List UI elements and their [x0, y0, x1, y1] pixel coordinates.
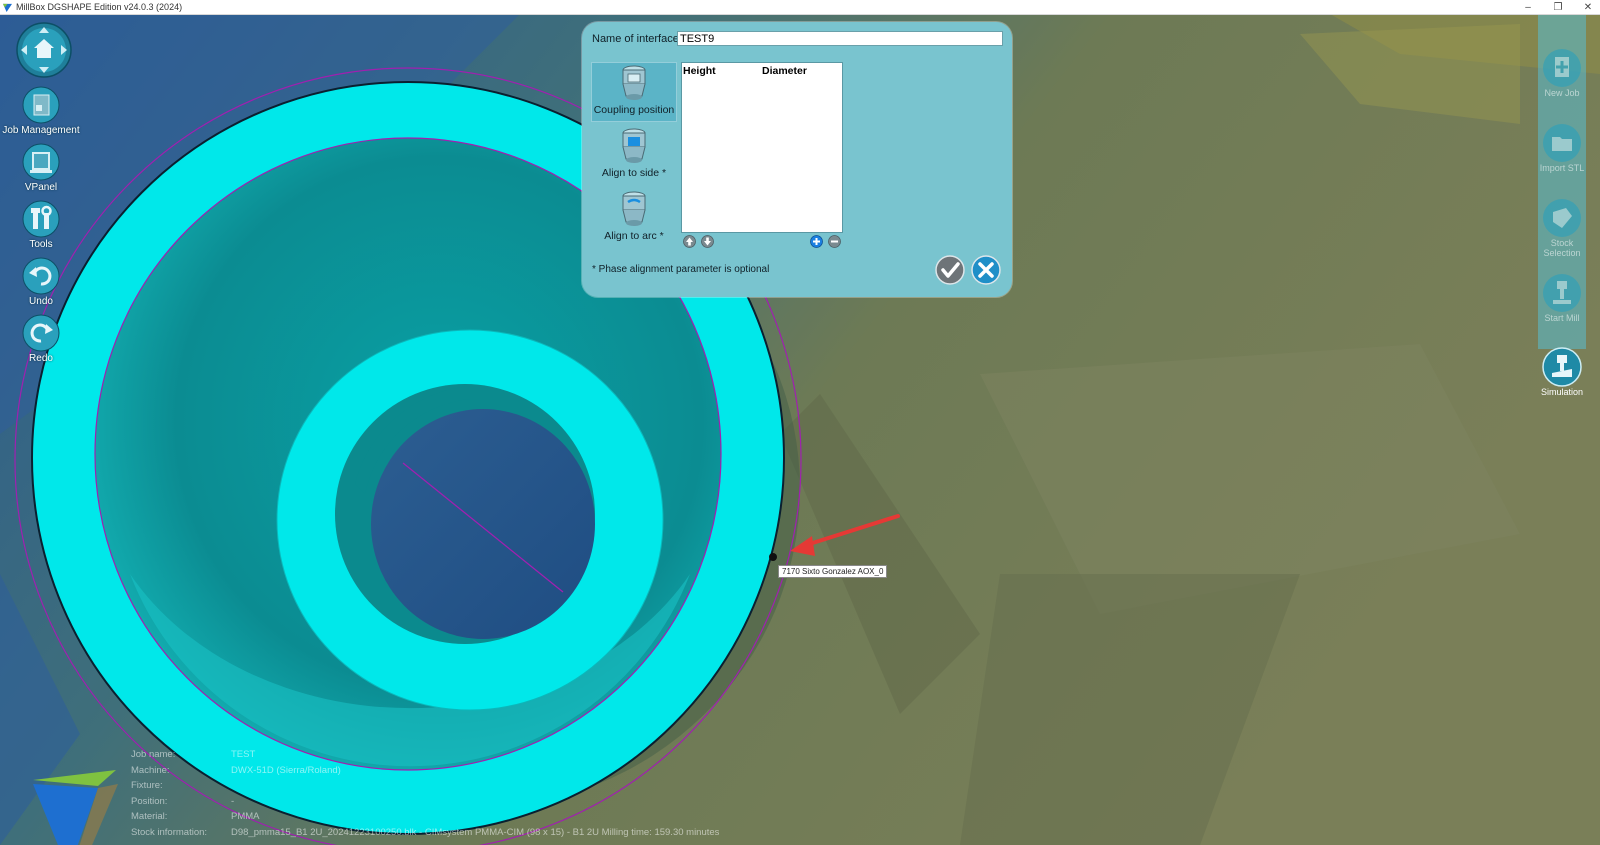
stock-info-label: Stock information:	[131, 826, 208, 838]
navigation-home-icon[interactable]	[16, 22, 72, 78]
import-stl-label: Import STL	[1539, 163, 1585, 173]
navigation-control[interactable]	[4, 22, 84, 78]
undo-label: Undo	[29, 296, 53, 307]
app-logo-icon	[3, 3, 12, 12]
cancel-button[interactable]	[971, 255, 1001, 285]
simulation-button[interactable]: Simulation	[1531, 347, 1593, 397]
parameter-table[interactable]: Height Diameter	[681, 62, 843, 233]
simulation-label: Simulation	[1540, 387, 1584, 397]
move-up-button[interactable]	[683, 235, 696, 248]
job-management-icon	[22, 86, 60, 124]
coupling-position-button[interactable]: Coupling position	[591, 62, 677, 122]
job-name-label: Job name:	[131, 749, 176, 760]
redo-label: Redo	[29, 353, 53, 364]
confirm-button[interactable]	[935, 255, 965, 285]
fixture-label: Fixture:	[131, 780, 163, 791]
start-mill-icon	[1543, 274, 1581, 312]
interface-name-label: Name of interface:	[592, 33, 682, 45]
stock-selection-icon	[1543, 199, 1581, 237]
millbox-window: MillBox DGSHAPE Edition v24.0.3 (2024) –…	[0, 0, 1600, 845]
minimize-button[interactable]: –	[1522, 2, 1534, 13]
align-to-arc-label: Align to arc *	[604, 230, 664, 242]
window-title: MillBox DGSHAPE Edition v24.0.3 (2024)	[16, 2, 183, 12]
stock-selection-button[interactable]: Stock Selection	[1531, 198, 1593, 258]
import-stl-icon	[1543, 124, 1581, 162]
align-to-arc-icon	[622, 191, 646, 226]
new-job-label: New Job	[1544, 88, 1580, 98]
undo-icon	[22, 257, 60, 295]
start-mill-button[interactable]: Start Mill	[1531, 273, 1593, 323]
material-value: PMMA	[231, 811, 260, 822]
align-to-arc-button[interactable]: Align to arc *	[591, 188, 677, 248]
point-tooltip: 7170 Sixto Gonzalez AOX_0	[778, 565, 888, 578]
redo-button[interactable]: Redo	[1, 314, 81, 364]
import-stl-button[interactable]: Import STL	[1531, 123, 1593, 173]
optional-parameter-note: * Phase alignment parameter is optional	[592, 264, 770, 275]
machine-label: Machine:	[131, 764, 170, 776]
vpanel-button[interactable]: VPanel	[1, 143, 81, 193]
title-bar: MillBox DGSHAPE Edition v24.0.3 (2024) –…	[0, 0, 1600, 15]
height-column-header: Height	[683, 65, 716, 77]
redo-icon	[22, 314, 60, 352]
simulation-icon	[1542, 347, 1582, 387]
new-job-icon	[1543, 49, 1581, 87]
align-to-side-label: Align to side *	[601, 167, 667, 179]
remove-row-button[interactable]	[828, 235, 841, 248]
restore-button[interactable]: ❐	[1552, 2, 1564, 13]
start-mill-label: Start Mill	[1544, 313, 1580, 323]
job-management-button[interactable]: Job Management	[1, 86, 81, 136]
vpanel-icon	[22, 143, 60, 181]
interface-dialog: Name of interface: Coupling position Ali…	[582, 22, 1012, 297]
stock-info-value: D98_pmma15_B1 2U_20241223100250.blk - CI…	[231, 826, 720, 838]
align-to-side-icon	[622, 128, 646, 163]
stock-selection-label: Stock Selection	[1543, 238, 1581, 258]
tools-label: Tools	[29, 239, 53, 250]
job-management-label: Job Management	[2, 125, 80, 136]
new-job-button[interactable]: New Job	[1531, 48, 1593, 98]
tools-button[interactable]: Tools	[1, 200, 81, 250]
vpanel-label: VPanel	[24, 182, 58, 193]
position-label: Position:	[131, 795, 168, 807]
move-down-button[interactable]	[701, 235, 714, 248]
coupling-position-icon	[622, 65, 646, 100]
undo-button[interactable]: Undo	[1, 257, 81, 307]
tools-icon	[22, 200, 60, 238]
material-label: Material:	[131, 811, 168, 822]
close-window-button[interactable]: ✕	[1582, 2, 1594, 13]
add-row-button[interactable]	[810, 235, 823, 248]
position-value: -	[231, 795, 235, 807]
align-to-side-button[interactable]: Align to side *	[591, 125, 677, 185]
machine-value: DWX-51D (Sierra/Roland)	[231, 764, 341, 776]
diameter-column-header: Diameter	[762, 65, 807, 77]
coupling-position-label: Coupling position	[593, 104, 675, 116]
interface-name-input[interactable]	[677, 31, 1003, 46]
job-name-value: TEST	[231, 749, 256, 760]
